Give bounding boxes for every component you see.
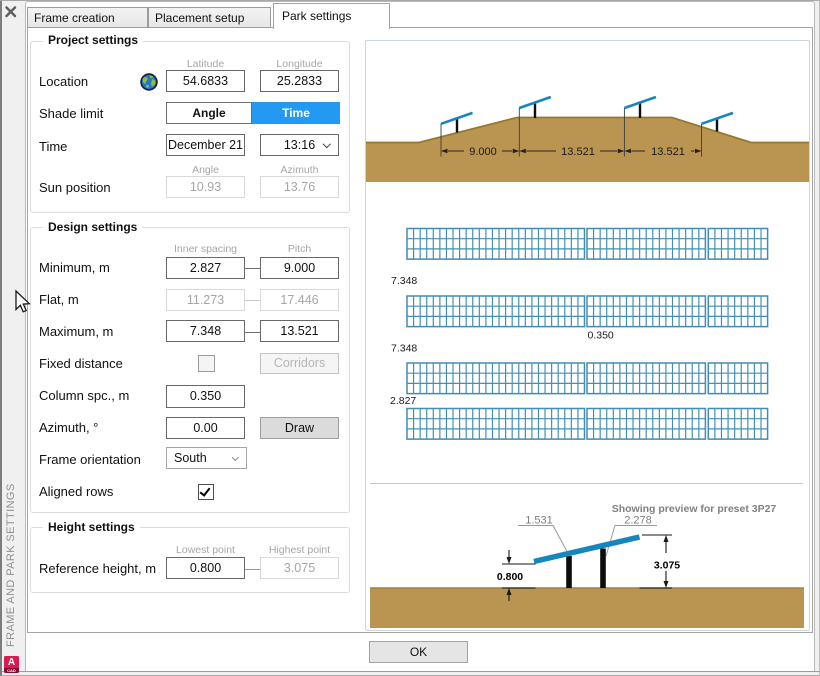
- svg-text:1.531: 1.531: [525, 515, 553, 527]
- svg-text:7.348: 7.348: [391, 275, 417, 287]
- svg-text:2.827: 2.827: [390, 395, 416, 407]
- svg-text:13.521: 13.521: [651, 146, 685, 158]
- svg-text:9.000: 9.000: [469, 146, 497, 158]
- svg-text:Showing preview for preset 3P2: Showing preview for preset 3P27: [612, 503, 777, 515]
- svg-text:13.521: 13.521: [561, 146, 595, 158]
- svg-text:3.075: 3.075: [654, 560, 680, 572]
- svg-text:0.350: 0.350: [588, 330, 614, 342]
- svg-text:2.278: 2.278: [624, 515, 652, 527]
- svg-text:0.800: 0.800: [497, 571, 523, 583]
- svg-text:7.348: 7.348: [391, 343, 417, 355]
